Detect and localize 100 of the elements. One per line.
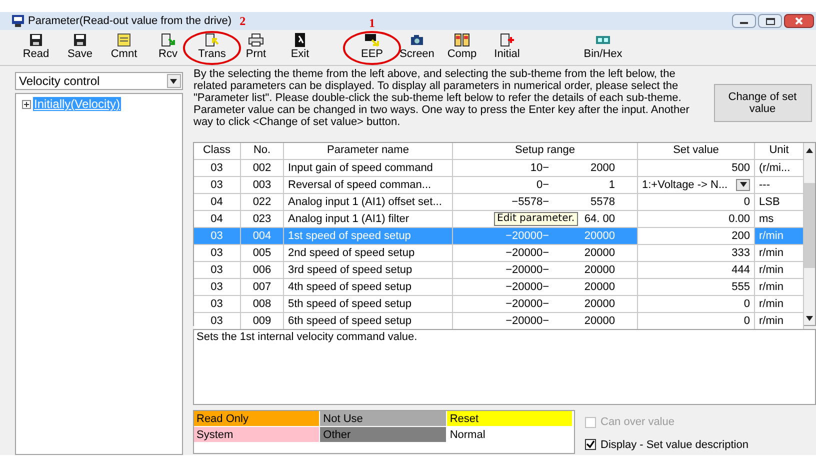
range-max: 2000	[590, 162, 615, 174]
table-row[interactable]: 03 005 2nd speed of speed setup −20000− 20000 333 r/min	[194, 244, 804, 261]
table-row[interactable]: 03 002 Input gain of speed command 10− 2000 500 (r/mi...	[194, 159, 804, 176]
table-row[interactable]: 03 004 1st speed of speed setup −20000− 20000 200 r/min	[194, 227, 804, 244]
toolbar-button[interactable]: Save	[58, 31, 102, 65]
column-header[interactable]: Unit	[754, 143, 804, 159]
scroll-up-arrow-icon	[806, 148, 813, 152]
column-header[interactable]: No.	[240, 143, 284, 159]
table-cell[interactable]: 500	[642, 160, 750, 176]
table-row[interactable]: 03 003 Reversal of speed comman... 0− 1 1:+Voltage -> N... ---	[194, 176, 804, 193]
toolbar-button[interactable]: Read	[14, 31, 58, 65]
legend-label: Other	[320, 427, 447, 443]
change-set-value-button[interactable]: Change of set value	[714, 84, 812, 122]
table-cell[interactable]: 444	[642, 262, 750, 278]
range-max: 20000	[584, 280, 615, 292]
table-cell: 023	[240, 210, 284, 227]
column-header[interactable]: Setup range	[452, 143, 638, 159]
range-max: 5578	[590, 196, 615, 208]
table-cell: 03	[194, 176, 240, 193]
table-cell: 03	[194, 295, 240, 312]
table-row[interactable]: 03 008 5th speed of speed setup −20000− 20000 0 r/min	[194, 295, 804, 312]
table-cell: Analog input 1 (AI1) filter	[284, 210, 452, 227]
table-cell: 04	[194, 210, 240, 227]
toolbar-button[interactable]: Exit	[278, 31, 322, 65]
exit-door-icon	[292, 33, 308, 47]
table-cell[interactable]: 0	[642, 296, 750, 312]
table-cell: 004	[240, 227, 284, 244]
toolbar-button[interactable]: Cmnt	[102, 31, 146, 65]
checkbox[interactable]	[584, 439, 596, 450]
close-button[interactable]	[784, 14, 814, 28]
range-max: 20000	[584, 314, 615, 326]
range-min: −5578−	[512, 196, 549, 208]
table-cell: 03	[194, 278, 240, 295]
toolbar-button[interactable]: Screen	[394, 31, 440, 65]
column-header[interactable]: Parameter name	[284, 143, 452, 159]
range-min: −20000−	[506, 230, 549, 242]
table-cell: 03	[194, 244, 240, 261]
table-cell: 03	[194, 227, 240, 244]
table-cell[interactable]: 333	[642, 244, 750, 260]
range-max: 20000	[584, 298, 615, 310]
toolbar-button[interactable]: Prnt	[234, 31, 278, 65]
table-row[interactable]: 03 009 6th speed of speed setup −20000− 20000 0 r/min	[194, 312, 804, 329]
table-cell[interactable]: 555	[642, 278, 750, 294]
table-cell: Reversal of speed comman...	[284, 176, 452, 193]
table-cell: 2nd speed of speed setup	[284, 244, 452, 261]
app-icon	[12, 15, 24, 27]
toolbar-button[interactable]: Comp	[440, 31, 484, 65]
table-cell[interactable]: 0.00	[642, 210, 750, 226]
minimize-button[interactable]	[732, 14, 756, 28]
table-cell: 1st speed of speed setup	[284, 227, 452, 244]
table-cell[interactable]: 200	[642, 228, 750, 244]
binary-hex-icon	[595, 33, 611, 47]
range-max: 64. 00	[584, 212, 615, 224]
compare-icon	[454, 33, 470, 47]
range-min: 0−	[536, 178, 549, 190]
chip-arrow-icon	[364, 33, 380, 47]
table-row[interactable]: 04 022 Analog input 1 (AI1) offset set... −5578− 5578 0 LSB	[194, 193, 804, 210]
expand-icon[interactable]	[22, 100, 31, 108]
table-cell: 03	[194, 159, 240, 176]
table-cell: 022	[240, 193, 284, 210]
column-header[interactable]: Set value	[638, 143, 754, 159]
table-cell: 002	[240, 159, 284, 176]
table-cell: Input gain of speed command	[284, 159, 452, 176]
scroll-down-arrow-icon	[806, 316, 813, 320]
initialize-icon	[499, 33, 515, 47]
toolbar-button[interactable]: Initial	[484, 31, 530, 65]
table-cell: 03	[194, 261, 240, 278]
description-text: Sets the 1st internal velocity command value.	[196, 330, 418, 345]
table-cell: Analog input 1 (AI1) offset set...	[284, 193, 452, 210]
theme-dropdown[interactable]: Velocity control	[15, 72, 182, 90]
note-icon	[116, 33, 132, 47]
range-min: −20000−	[506, 298, 549, 310]
maximize-button[interactable]	[758, 14, 782, 28]
table-cell: 007	[240, 278, 284, 295]
range-min: −20000−	[506, 314, 549, 326]
table-cell: 5th speed of speed setup	[284, 295, 452, 312]
legend-label: Reset	[446, 411, 574, 427]
dropdown-arrow-icon	[170, 78, 177, 84]
legend-label: Not Use	[320, 411, 447, 427]
vertical-scrollbar[interactable]	[804, 143, 815, 325]
table-cell[interactable]: 0	[642, 194, 750, 210]
table-row[interactable]: 04 023 Analog input 1 (AI1) filter Edit parameter. 64. 00 0.00 ms	[194, 210, 804, 227]
table-cell: 3rd speed of speed setup	[284, 261, 452, 278]
dropdown-arrow-icon	[740, 182, 746, 187]
printer-icon	[248, 33, 264, 47]
range-min: 10−	[530, 162, 549, 174]
table-cell: 003	[240, 176, 284, 193]
range-min: −20000−	[506, 264, 549, 276]
column-header[interactable]: Class	[194, 143, 240, 159]
range-min: −20000−	[506, 280, 549, 292]
toolbar-button[interactable]: Rcv	[146, 31, 190, 65]
window-title: Parameter(Read-out value from the drive)	[28, 14, 232, 29]
close-icon	[795, 17, 803, 25]
table-cell: 006	[240, 261, 284, 278]
toolbar-button[interactable]: Bin/Hex	[580, 31, 626, 65]
table-row[interactable]: 03 007 4th speed of speed setup −20000− 20000 555 r/min	[194, 278, 804, 295]
option-checkbox[interactable]: Display - Set value description	[584, 436, 748, 453]
instructions-text: By the selecting the theme from the left above, and selecting the sub-theme from the left below, the related parameters can be displayed. To display all parameters in numerical order, please select the "Parameter list". Please double-click the sub-theme left below to refer the details of each sub-theme. Parameter value can be changed in two ways. One way to press the Enter key after the input. Another way to click <Change of set value> button.	[192, 67, 690, 130]
table-row[interactable]: 03 006 3rd speed of speed setup −20000− 20000 444 r/min	[194, 261, 804, 278]
annotation-number: 2	[240, 13, 246, 30]
